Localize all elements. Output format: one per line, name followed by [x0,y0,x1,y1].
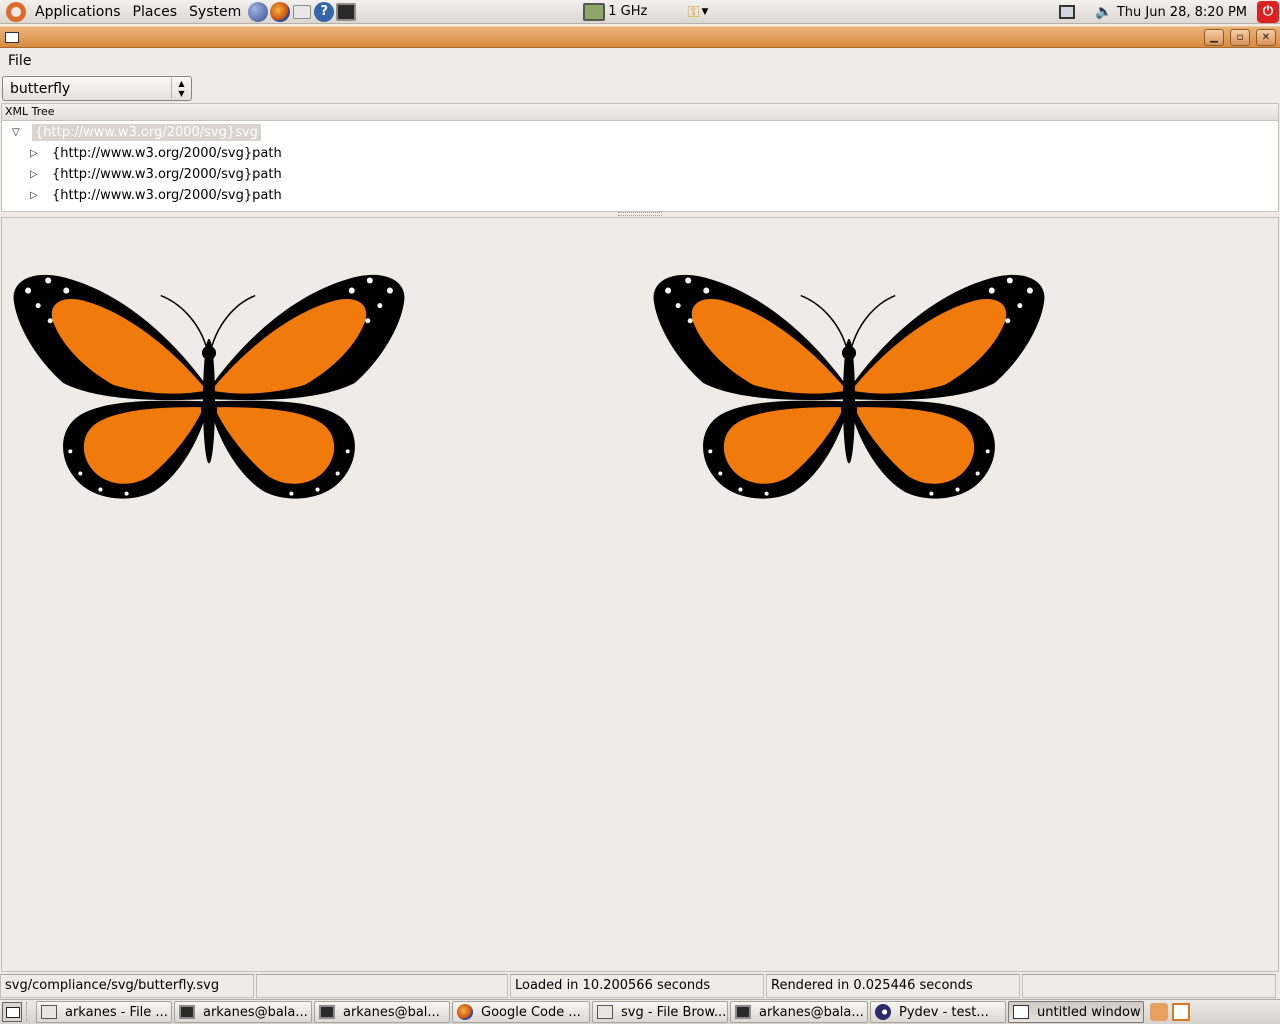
cpu-freq-label: 1 GHz [608,4,648,19]
task-button[interactable]: Pydev - test... [870,1001,1006,1023]
task-button[interactable]: arkanes@bala... [730,1001,868,1023]
maximize-button[interactable]: ▫ [1230,29,1250,46]
tree-row[interactable]: ▷ {http://www.w3.org/2000/svg}path [30,185,282,206]
places-menu[interactable]: Places [127,0,184,24]
status-extra [1022,974,1276,998]
panel-clock[interactable]: Thu Jun 28, 8:20 PM [1117,5,1257,20]
menubar: File [0,48,1280,73]
taskbar-separator [26,1002,32,1022]
places-menu-label: Places [132,3,178,20]
task-button[interactable]: Google Code ... [452,1001,590,1023]
top-panel: Applications Places System ? 1 GHz ⚿ ▼ 🔈… [0,0,1280,24]
close-button[interactable]: ✕ [1256,29,1276,46]
task-label: arkanes@bal... [343,1004,440,1020]
xml-tree[interactable]: ▽ {http://www.w3.org/2000/svg}svg ▷ {htt… [1,121,1279,212]
document-combo-value: butterfly [10,80,71,97]
task-button[interactable]: svg - File Brow... [592,1001,728,1023]
mail-launcher-icon[interactable] [293,4,312,19]
show-desktop-icon[interactable] [2,1002,22,1022]
task-label: Pydev - test... [899,1004,989,1020]
task-button[interactable]: arkanes - File ... [36,1001,172,1023]
status-file-path: svg/compliance/svg/butterfly.svg [0,974,254,998]
window-icon [1013,1005,1029,1019]
browser-launcher-icon[interactable] [248,1,269,22]
task-label: arkanes - File ... [65,1004,168,1020]
system-menu[interactable]: System [183,0,247,24]
tree-node-root[interactable]: {http://www.w3.org/2000/svg}svg [32,124,261,141]
task-button[interactable]: arkanes@bala... [174,1001,312,1023]
task-button[interactable]: arkanes@bal... [314,1001,450,1023]
tree-row-root[interactable]: ▽ {http://www.w3.org/2000/svg}svg [12,122,261,143]
window-titlebar[interactable]: ▁ ▫ ✕ [0,26,1280,48]
task-label: arkanes@bala... [203,1004,308,1020]
eclipse-icon [875,1004,891,1020]
pane-resize-handle[interactable] [618,212,662,216]
status-render-time: Rendered in 0.025446 seconds [766,974,1020,998]
file-menu[interactable]: File [0,53,31,69]
help-launcher-icon[interactable]: ? [314,1,335,22]
expander-open-icon[interactable]: ▽ [12,127,26,138]
keyring-icon[interactable]: ⚿ [687,2,699,22]
ubuntu-logo-icon [6,1,26,22]
terminal-icon [319,1005,335,1019]
butterfly-render-right [653,274,1045,499]
volume-icon[interactable]: 🔈 [1095,4,1112,20]
panel-tray: 🔈 Thu Jun 28, 8:20 PM ⏻ [1059,0,1280,24]
expander-closed-icon[interactable]: ▷ [30,148,44,159]
combo-arrows-icon: ▲ ▼ [171,78,191,99]
expander-closed-icon[interactable]: ▷ [30,169,44,180]
tree-row[interactable]: ▷ {http://www.w3.org/2000/svg}path [30,164,282,185]
file-manager-icon [597,1005,613,1019]
applications-menu-label: Applications [35,3,121,20]
system-menu-label: System [189,3,242,20]
task-label: svg - File Brow... [621,1004,727,1020]
status-empty [256,974,508,998]
cpu-freq-icon [583,2,606,21]
tree-node-path[interactable]: {http://www.w3.org/2000/svg}path [52,188,282,203]
file-manager-icon [41,1005,57,1019]
trash-icon[interactable] [1150,1003,1168,1021]
power-icon[interactable]: ⏻ [1257,1,1279,23]
applications-menu[interactable]: Applications [0,0,127,24]
xml-tree-header[interactable]: XML Tree [1,103,1279,121]
keyring-dropdown-icon[interactable]: ▼ [702,7,709,17]
render-canvas [1,217,1279,972]
expander-closed-icon[interactable]: ▷ [30,190,44,201]
taskbar: arkanes - File ... arkanes@bala... arkan… [0,999,1280,1024]
butterfly-graphic [13,274,405,499]
tree-node-path[interactable]: {http://www.w3.org/2000/svg}path [52,167,282,182]
task-label: arkanes@bala... [759,1004,864,1020]
butterfly-graphic [653,274,1045,499]
workspace-switcher-icon[interactable] [1172,1003,1190,1021]
tree-node-path[interactable]: {http://www.w3.org/2000/svg}path [52,146,282,161]
terminal-icon [735,1005,751,1019]
task-label: Google Code ... [481,1004,581,1020]
tree-row[interactable]: ▷ {http://www.w3.org/2000/svg}path [30,143,282,164]
statusbar: svg/compliance/svg/butterfly.svg Loaded … [0,974,1280,998]
minimize-button[interactable]: ▁ [1204,29,1224,46]
network-icon[interactable] [1059,5,1076,19]
butterfly-render-left [13,274,405,499]
task-button-active[interactable]: untitled window [1008,1001,1144,1023]
task-label: untitled window [1037,1004,1141,1020]
status-load-time: Loaded in 10.200566 seconds [510,974,764,998]
terminal-icon [179,1005,195,1019]
window-menu-icon[interactable] [5,32,19,43]
terminal-launcher-icon[interactable] [336,2,357,21]
document-combo[interactable]: butterfly ▲ ▼ [2,76,192,101]
firefox-icon [457,1004,473,1020]
firefox-launcher-icon[interactable] [270,1,291,22]
